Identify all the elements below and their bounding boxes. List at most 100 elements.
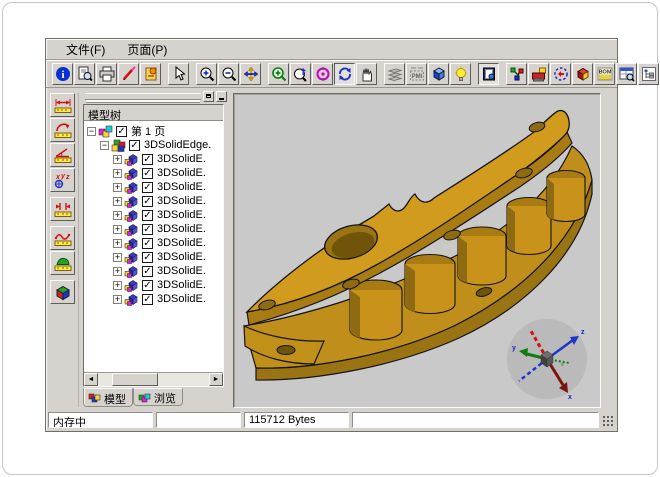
notebook-button[interactable] <box>478 63 499 85</box>
tree-row-solid[interactable]: 3DSolidE. <box>87 222 223 236</box>
scroll-thumb[interactable] <box>112 373 158 386</box>
tree-row-solid[interactable]: 3DSolidE. <box>87 236 223 250</box>
expand-icon[interactable] <box>113 225 122 234</box>
zoom-in-button[interactable] <box>196 63 217 85</box>
expand-icon[interactable] <box>113 295 122 304</box>
expand-icon[interactable] <box>113 169 122 178</box>
measure-radius-button[interactable] <box>50 118 75 142</box>
view-cube-button[interactable] <box>428 63 449 85</box>
tree-row-solid[interactable]: 3DSolidE. <box>87 152 223 166</box>
stamp-button[interactable] <box>140 63 161 85</box>
tree-row-solid[interactable]: 3DSolidE. <box>87 194 223 208</box>
float-icon <box>206 94 211 98</box>
tree-row-page[interactable]: 第 1 页 <box>87 124 223 138</box>
measure-curve-button[interactable] <box>50 226 75 250</box>
expand-icon[interactable] <box>113 197 122 206</box>
visibility-checkbox[interactable] <box>142 266 153 277</box>
collapse-icon[interactable] <box>100 141 109 150</box>
panel-hide-button[interactable] <box>216 91 227 102</box>
assembly-icon <box>111 139 126 152</box>
pan-hand-button[interactable] <box>356 63 377 85</box>
client-area: xyz 模型树 <box>46 89 617 410</box>
visibility-checkbox[interactable] <box>142 196 153 207</box>
rotate-button[interactable] <box>312 63 333 85</box>
visibility-checkbox[interactable] <box>142 294 153 305</box>
report-table-button[interactable] <box>616 63 637 85</box>
pan-arrows-button[interactable] <box>240 63 261 85</box>
visibility-checkbox[interactable] <box>129 140 140 151</box>
zoom-dynamic-button[interactable] <box>290 63 311 85</box>
resize-grip[interactable] <box>602 415 615 428</box>
menu-file[interactable]: 文件(F) <box>58 39 113 60</box>
panel-float-button[interactable] <box>203 91 214 102</box>
menu-page[interactable]: 页面(P) <box>119 39 175 60</box>
tab-model[interactable]: 模型 <box>83 388 133 407</box>
solid-cube-icon <box>124 237 139 250</box>
status-bar: 内存中 115712 Bytes <box>46 410 617 431</box>
visibility-checkbox[interactable] <box>142 238 153 249</box>
bom-button[interactable]: BOM <box>594 63 615 85</box>
pmi-button[interactable]: PMI <box>406 63 427 85</box>
toolbar-separator <box>472 63 477 85</box>
tree-row-solid[interactable]: 3DSolidE. <box>87 166 223 180</box>
scroll-track[interactable] <box>98 373 209 386</box>
tree-row-solid[interactable]: 3DSolidE. <box>87 180 223 194</box>
measure-toolbar: xyz <box>49 93 79 407</box>
info-button[interactable]: i <box>52 63 73 85</box>
measure-coordinate-button[interactable]: xyz <box>50 168 75 192</box>
expand-icon[interactable] <box>113 239 122 248</box>
light-button[interactable] <box>450 63 471 85</box>
animation-button[interactable] <box>550 63 571 85</box>
visibility-checkbox[interactable] <box>142 182 153 193</box>
measure-coordinate-icon: xyz <box>54 172 72 189</box>
capture-button[interactable] <box>528 63 549 85</box>
visibility-checkbox[interactable] <box>142 210 153 221</box>
tree-row-solid[interactable]: 3DSolidE. <box>87 264 223 278</box>
animation-icon <box>553 66 569 82</box>
visibility-checkbox[interactable] <box>142 252 153 263</box>
scroll-right-button[interactable]: ► <box>209 373 223 386</box>
measure-area-button[interactable] <box>50 251 75 275</box>
structure-tree-button[interactable] <box>638 63 659 85</box>
print-preview-button[interactable] <box>74 63 95 85</box>
page-icon <box>98 125 113 138</box>
visibility-checkbox[interactable] <box>142 224 153 235</box>
status-bytes: 115712 Bytes <box>244 412 349 428</box>
expand-icon[interactable] <box>113 253 122 262</box>
expand-icon[interactable] <box>113 155 122 164</box>
zoom-window-button[interactable] <box>268 63 289 85</box>
measure-volume-button[interactable] <box>50 280 75 304</box>
spin-button[interactable] <box>334 63 355 85</box>
explode-button[interactable] <box>506 63 527 85</box>
tree-label: 3DSolidE. <box>156 265 206 277</box>
visibility-checkbox[interactable] <box>142 168 153 179</box>
scroll-left-button[interactable]: ◄ <box>84 373 98 386</box>
layers-button[interactable] <box>384 63 405 85</box>
measure-angle-button[interactable] <box>50 143 75 167</box>
tree-horizontal-scrollbar[interactable]: ◄ ► <box>84 372 223 386</box>
expand-icon[interactable] <box>113 267 122 276</box>
select-cursor-button[interactable] <box>168 63 189 85</box>
spin-icon <box>337 66 353 82</box>
tree-row-assembly[interactable]: 3DSolidEdge. <box>87 138 223 152</box>
markup-pen-button[interactable] <box>118 63 139 85</box>
measure-gap-button[interactable] <box>50 197 75 221</box>
tree-row-solid[interactable]: 3DSolidE. <box>87 278 223 292</box>
panel-gripper[interactable] <box>83 91 227 103</box>
visibility-checkbox[interactable] <box>116 126 127 137</box>
viewport-3d[interactable]: z x y x <box>233 93 601 408</box>
solid-cube-button[interactable] <box>572 63 593 85</box>
expand-icon[interactable] <box>113 183 122 192</box>
expand-icon[interactable] <box>113 281 122 290</box>
collapse-icon[interactable] <box>87 127 96 136</box>
visibility-checkbox[interactable] <box>142 154 153 165</box>
tree-row-solid[interactable]: 3DSolidE. <box>87 208 223 222</box>
print-button[interactable] <box>96 63 117 85</box>
zoom-out-button[interactable] <box>218 63 239 85</box>
measure-distance-button[interactable] <box>50 93 75 117</box>
tab-browse[interactable]: 浏览 <box>133 388 183 406</box>
visibility-checkbox[interactable] <box>142 280 153 291</box>
tree-row-solid[interactable]: 3DSolidE. <box>87 292 223 306</box>
expand-icon[interactable] <box>113 211 122 220</box>
tree-row-solid[interactable]: 3DSolidE. <box>87 250 223 264</box>
